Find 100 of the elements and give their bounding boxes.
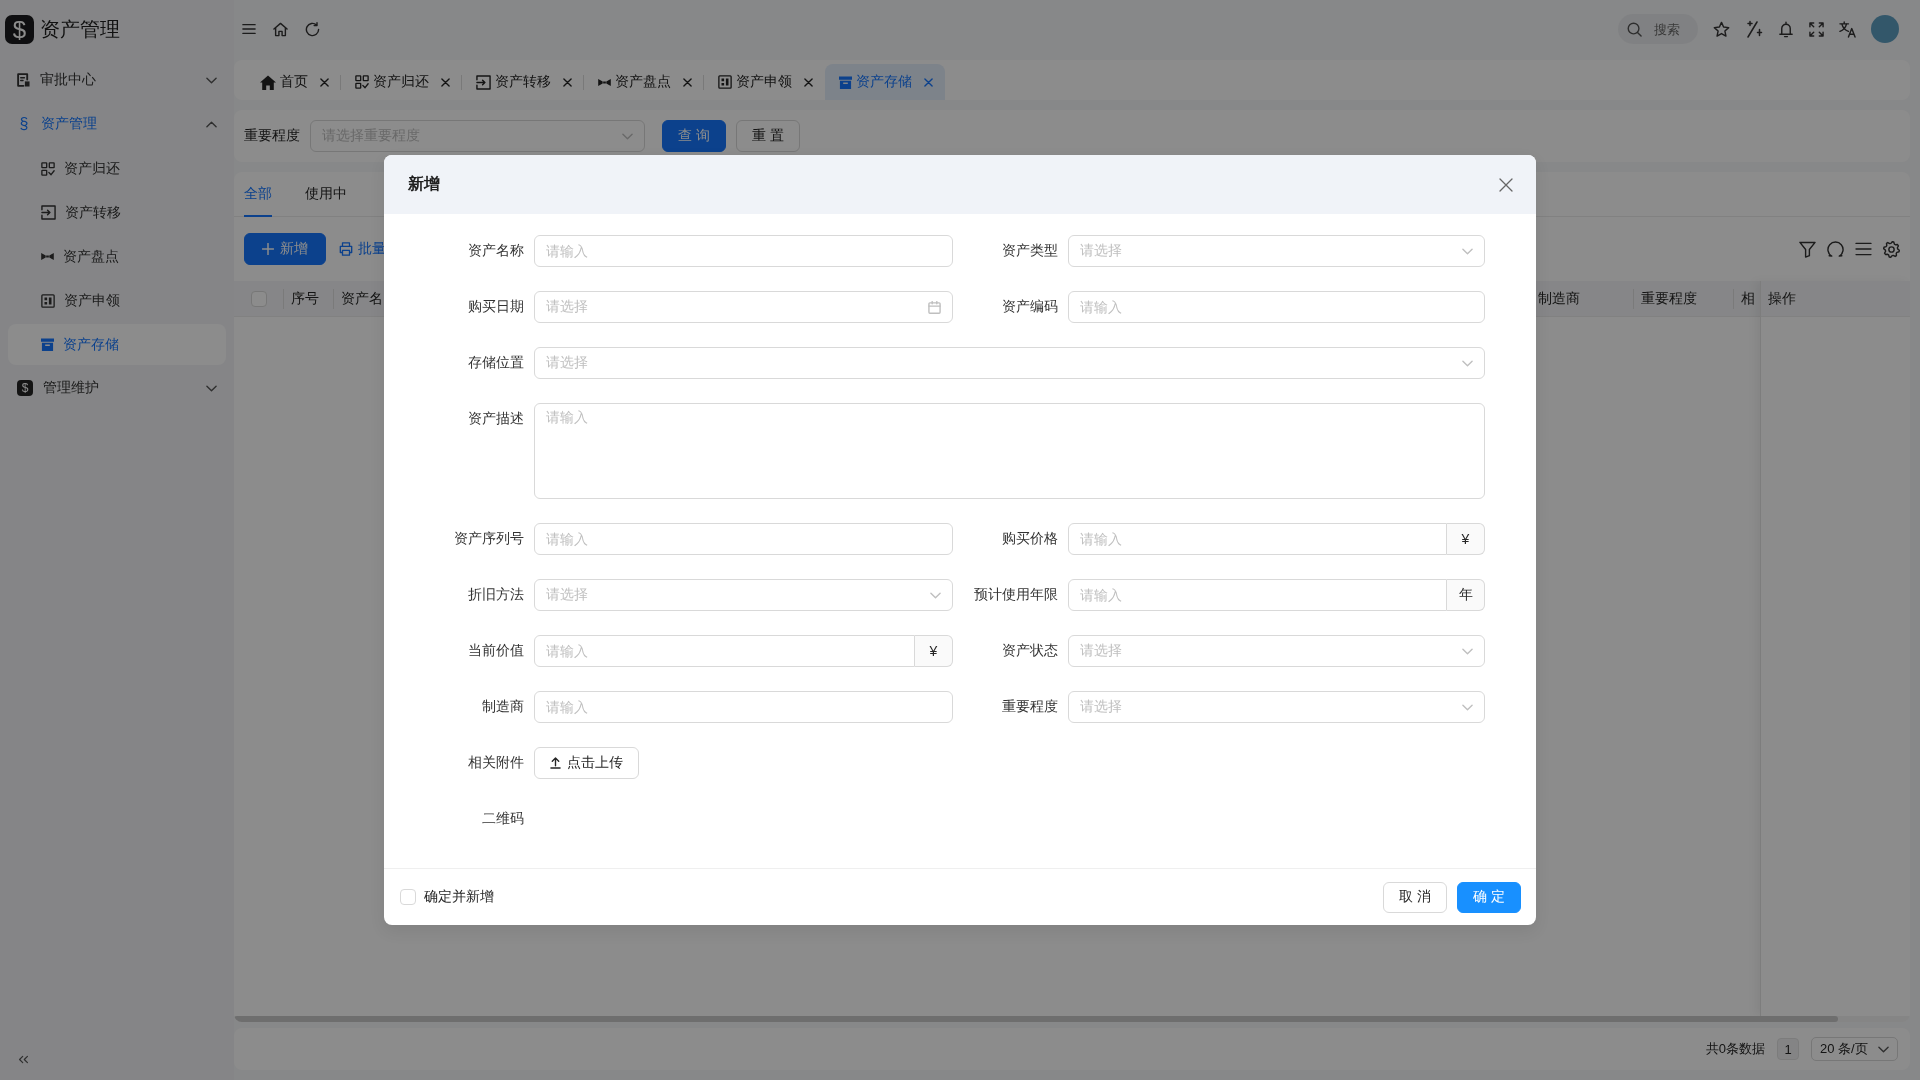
checkbox-label: 确定并新增 — [424, 888, 494, 906]
search-field[interactable]: 搜索 — [1618, 14, 1698, 44]
total-count: 共0条数据 — [1705, 1040, 1765, 1058]
chevron-down-icon — [622, 132, 633, 140]
bell-icon[interactable] — [1778, 20, 1794, 38]
form-label: 资产状态 — [1002, 642, 1058, 660]
grid-panel-icon — [41, 293, 55, 308]
filter-icon[interactable] — [1799, 240, 1816, 258]
input-field[interactable]: 请输入 — [1068, 579, 1447, 611]
form-label: 重要程度 — [1002, 698, 1058, 716]
add-button[interactable]: 新增 — [244, 233, 326, 265]
magic-wand-icon[interactable] — [1745, 20, 1763, 38]
upload-button[interactable]: 点击上传 — [534, 747, 639, 779]
close-icon[interactable] — [804, 77, 813, 87]
textarea-field[interactable]: 请输入 — [534, 403, 1485, 499]
sidebar-item[interactable]: § 资产管理 — [8, 102, 226, 146]
settings-icon[interactable] — [1883, 240, 1900, 258]
form-label: 资产类型 — [1002, 242, 1058, 260]
section-sign-icon: § — [17, 115, 31, 133]
sidebar-subitem[interactable]: 资产归还 — [8, 148, 226, 189]
close-icon[interactable] — [683, 77, 692, 87]
form-label: 当前价值 — [468, 642, 524, 660]
checkbox[interactable] — [400, 889, 416, 905]
unit-addon: ¥ — [915, 635, 953, 667]
chevron-down-icon — [930, 591, 941, 599]
input-field[interactable]: 请输入 — [534, 635, 915, 667]
star-icon[interactable] — [1713, 20, 1730, 38]
chevron-down-icon — [1462, 703, 1473, 711]
form-label: 存储位置 — [468, 354, 524, 372]
list-icon[interactable] — [1855, 242, 1872, 256]
input-field[interactable]: 请输入 — [534, 235, 953, 267]
box-arrow-icon — [41, 205, 56, 220]
app-logo: $ — [5, 14, 34, 44]
tab[interactable]: 资产转移 — [462, 64, 584, 100]
menu-icon[interactable] — [242, 23, 256, 35]
tab[interactable]: 资产盘点 — [584, 64, 704, 100]
close-icon[interactable] — [924, 77, 933, 87]
scrollbar[interactable] — [234, 1016, 1838, 1022]
tab[interactable]: 资产归还 — [341, 64, 462, 100]
translate-icon[interactable] — [1839, 20, 1856, 38]
page-size-select[interactable]: 20 条/页 — [1811, 1037, 1898, 1061]
input-field[interactable]: 请输入 — [1068, 523, 1447, 555]
sidebar-item[interactable]: $ 管理维护 — [8, 366, 226, 410]
collapse-icon[interactable] — [18, 1055, 29, 1064]
chevron-down-icon — [1462, 359, 1473, 367]
home-icon[interactable] — [273, 21, 288, 37]
grid-panel-icon — [718, 75, 732, 89]
box-arrow-icon — [476, 74, 491, 90]
form-label: 预计使用年限 — [974, 586, 1058, 604]
archive-icon — [839, 75, 852, 89]
sidebar-item[interactable]: 审批中心 — [8, 58, 226, 102]
filter-label: 重要程度 — [244, 127, 300, 145]
form-label: 资产序列号 — [454, 530, 524, 548]
close-icon[interactable] — [563, 77, 572, 87]
tab[interactable]: 使用中 — [305, 172, 347, 217]
grid-check-icon — [355, 75, 369, 89]
reset-button[interactable]: 重 置 — [735, 120, 800, 152]
query-button[interactable]: 查 询 — [662, 120, 726, 152]
column-header: 重要程度 — [1641, 289, 1697, 308]
column-header: 操作 — [1768, 289, 1796, 308]
plus-icon — [262, 243, 274, 255]
input-field[interactable]: 请输入 — [534, 691, 953, 723]
close-icon[interactable] — [320, 77, 329, 87]
printer-icon — [339, 242, 353, 256]
input-field[interactable]: 请输入 — [534, 523, 953, 555]
chevron-down-icon — [1878, 1045, 1889, 1053]
column-header: 资产名 — [341, 289, 383, 308]
cancel-button[interactable]: 取 消 — [1383, 881, 1448, 913]
upload-icon — [550, 757, 561, 769]
close-icon[interactable] — [1499, 177, 1513, 192]
form-label: 购买价格 — [1002, 530, 1058, 548]
fullscreen-icon[interactable] — [1809, 21, 1824, 37]
form-label: 购买日期 — [468, 298, 524, 316]
sidebar-subitem[interactable]: 资产盘点 — [8, 236, 226, 277]
sidebar-subitem[interactable]: 资产存储 — [8, 324, 226, 365]
column-header: 序号 — [291, 289, 319, 308]
page-button[interactable]: 1 — [1777, 1038, 1799, 1060]
form-label: 资产编码 — [1002, 298, 1058, 316]
tab[interactable]: 资产存储 — [825, 64, 945, 100]
form-label: 二维码 — [482, 810, 524, 828]
form-label: 折旧方法 — [468, 586, 524, 604]
refresh-icon[interactable] — [1827, 240, 1844, 258]
sidebar-subitem[interactable]: 资产申领 — [8, 280, 226, 321]
dollar-tile-icon: $ — [17, 380, 33, 396]
confirm-button[interactable]: 确 定 — [1457, 881, 1521, 913]
tab[interactable]: 首页 — [246, 64, 341, 100]
tab[interactable]: 全部 — [244, 172, 272, 217]
refresh-icon[interactable] — [305, 21, 320, 37]
batch-link[interactable]: 批量 — [339, 240, 386, 258]
input-field[interactable]: 请输入 — [1068, 291, 1485, 323]
app-title: 资产管理 — [40, 16, 120, 42]
form-label: 相关附件 — [468, 754, 524, 772]
chevron-down-icon — [1462, 647, 1473, 655]
home-icon — [260, 74, 276, 90]
column-header: 制造商 — [1538, 289, 1580, 308]
form-label: 制造商 — [482, 698, 524, 716]
search-icon — [1627, 21, 1642, 37]
sidebar-subitem[interactable]: 资产转移 — [8, 192, 226, 233]
tab[interactable]: 资产申领 — [704, 64, 825, 100]
close-icon[interactable] — [441, 77, 450, 87]
